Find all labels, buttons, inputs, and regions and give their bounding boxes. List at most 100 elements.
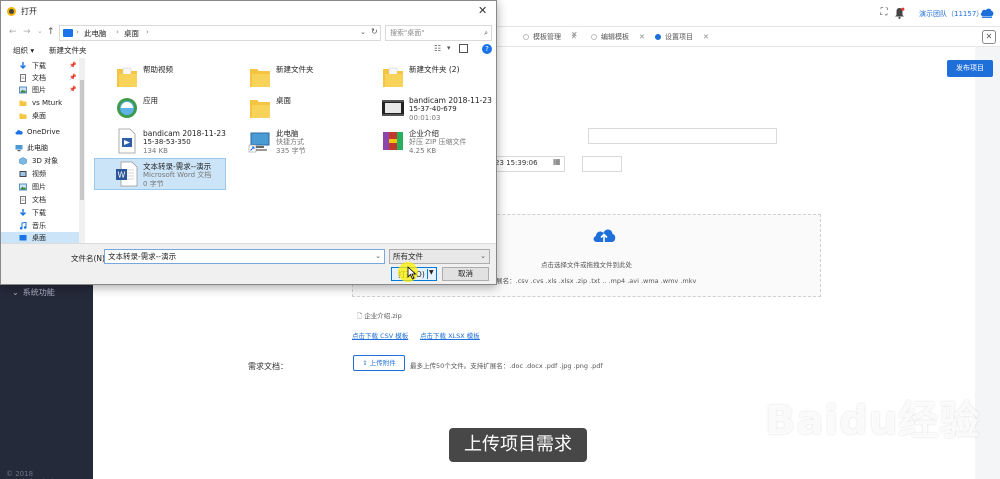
pin-icon[interactable]: 📌 (69, 72, 76, 84)
folder-icon (250, 69, 270, 87)
nav-item-desktop-folder[interactable]: 桌面 (1, 110, 79, 122)
search-input[interactable]: 搜索"桌面" ⌕ (385, 25, 492, 41)
tab-edit-template[interactable]: 编辑模板 ✕ (591, 30, 645, 44)
tab-dot-icon (523, 34, 529, 40)
address-bar[interactable]: › 此电脑 › 桌面 › ⌄ ↻ (59, 25, 381, 41)
video-file-icon (382, 100, 404, 116)
nav-item-documents-2[interactable]: 文档 (1, 194, 79, 206)
scrollbar-thumb[interactable] (80, 80, 84, 200)
breadcrumb-desktop[interactable]: 桌面 (124, 28, 139, 39)
close-all-tabs-icon[interactable]: ✕ (982, 30, 996, 44)
dialog-toolbar: 组织 ▾ 新建文件夹 ☷ ▾ ? (1, 44, 496, 58)
file-item-bandicam-video[interactable]: bandicam 2018-11-23 15-37-40-679 00:01:0… (377, 93, 496, 125)
file-item-transcript-doc[interactable]: W 文本转录-需求--演示 Microsoft Word 文档 0 字节 (94, 158, 226, 190)
nav-item-videos[interactable]: 视频 (1, 168, 79, 180)
form-input[interactable] (582, 155, 657, 171)
nav-scrollbar[interactable] (79, 58, 85, 243)
refresh-icon[interactable]: ↻ (371, 27, 378, 36)
folder-icon (250, 100, 270, 118)
picture-icon (19, 183, 27, 191)
preview-pane-icon[interactable] (459, 44, 468, 53)
attached-file[interactable]: 🗋 企业介绍.zip (357, 310, 402, 323)
file-item-bandicam-clip[interactable]: bandicam 2018-11-23 15-38-53-350 134 KB (111, 126, 241, 158)
breadcrumb-this-pc[interactable]: 此电脑 (84, 28, 107, 39)
sidebar-item-system[interactable]: ⌄ 系统功能 (12, 287, 55, 298)
chevron-right-icon[interactable]: › (146, 28, 149, 36)
dialog-bottom-area: 文件名(N): 文本转录-需求--演示 ⌄ 所有文件 ⌄ 打开(O) ▼ 取消 (1, 243, 496, 284)
chevron-right-icon[interactable]: › (76, 28, 79, 36)
file-item-this-pc-shortcut[interactable]: 此电脑 快捷方式 335 字节 (244, 126, 374, 158)
close-icon[interactable]: ✕ (639, 33, 645, 41)
organize-button[interactable]: 组织 ▾ (13, 45, 34, 56)
pin-icon[interactable]: 📌 (69, 60, 76, 72)
forward-arrow-icon[interactable]: → (23, 27, 31, 37)
chevron-down-icon: ⌄ (480, 252, 486, 260)
end-date-value: 23 15:39:06 (495, 159, 538, 167)
nav-item-documents[interactable]: 文档 📌 (1, 72, 79, 84)
word-doc-icon: W (116, 161, 138, 187)
view-mode-icon[interactable]: ☷ (434, 44, 441, 53)
filename-input[interactable]: 文本转录-需求--演示 ⌄ (104, 249, 385, 264)
upload-icon: ⇪ (362, 359, 370, 367)
folder-icon (383, 67, 403, 87)
pin-icon[interactable]: 📌 (69, 84, 76, 96)
close-icon[interactable]: ✕ (703, 33, 709, 41)
nav-item-onedrive[interactable]: OneDrive (1, 126, 79, 138)
nav-item-music[interactable]: 音乐 (1, 220, 79, 232)
up-arrow-icon[interactable]: ↑ (47, 27, 55, 37)
file-item-help-videos[interactable]: 帮助视频 (111, 62, 241, 94)
download-csv-link[interactable]: 点击下载 CSV 模板 (352, 330, 408, 340)
chevron-down-icon[interactable]: ⌄ (375, 250, 381, 263)
download-icon (20, 62, 26, 69)
bell-icon[interactable] (893, 7, 905, 19)
navigation-pane: 下载 📌 文档 📌 图片 📌 vs Mturk 桌面 OneDrive 此电脑 (1, 58, 85, 244)
nav-item-downloads[interactable]: 下载 📌 (1, 60, 79, 72)
tab-set-project[interactable]: 设置项目 ✕ (655, 30, 709, 44)
nav-item-this-pc[interactable]: 此电脑 (1, 142, 79, 154)
recent-dropdown-icon[interactable]: ⌄ (37, 27, 43, 35)
cloud-upload-icon (591, 225, 617, 249)
chevron-right-icon[interactable]: › (116, 28, 119, 36)
close-icon[interactable]: ✕ (571, 33, 577, 41)
cancel-button[interactable]: 取消 (442, 267, 489, 281)
file-item-desktop[interactable]: 桌面 (244, 93, 374, 125)
team-selector[interactable]: 演示团队（11157） (919, 9, 983, 19)
upload-attachment-button[interactable]: ⇪ 上传附件 (353, 355, 405, 371)
tab-dot-icon (591, 34, 597, 40)
help-icon[interactable]: ? (482, 44, 492, 54)
split-divider (427, 269, 428, 279)
nav-item-pictures[interactable]: 图片 📌 (1, 84, 79, 96)
back-arrow-icon[interactable]: ← (9, 27, 17, 37)
publish-project-button[interactable]: 发布项目 (947, 60, 993, 77)
filename-label: 文件名(N): (71, 254, 108, 263)
file-item-company-intro-zip[interactable]: 企业介绍 好压 ZIP 压缩文件 4.25 KB (377, 126, 507, 158)
file-item-apps[interactable]: 应用 (111, 93, 241, 125)
nav-item-downloads-2[interactable]: 下载 (1, 207, 79, 219)
tab-template-manage[interactable]: 模板管理 ✕ (523, 30, 577, 44)
close-icon[interactable]: ✕ (478, 4, 487, 17)
download-xlsx-link[interactable]: 点击下载 XLSX 模板 (420, 330, 480, 340)
expand-icon[interactable]: ⛶ (878, 7, 890, 19)
dialog-title-bar[interactable]: 打开 ✕ (1, 1, 496, 22)
tab-dot-icon (655, 34, 661, 40)
file-list-pane: 帮助视频 新建文件夹 新建文件夹 (2) 应用 桌面 bandicam 2018… (86, 58, 496, 243)
video-icon (19, 171, 27, 177)
nav-item-3d-objects[interactable]: 3D 对象 (1, 155, 79, 167)
chevron-down-icon[interactable]: ⌄ (360, 28, 366, 36)
calendar-icon[interactable]: ▦ (553, 157, 561, 166)
project-name-input[interactable] (588, 128, 777, 144)
file-item-new-folder[interactable]: 新建文件夹 (244, 62, 374, 94)
chevron-down-icon: ⌄ (12, 288, 19, 297)
nav-item-vs-mturk[interactable]: vs Mturk (1, 97, 79, 109)
nav-item-pictures-2[interactable]: 图片 (1, 181, 79, 193)
open-options-dropdown-icon[interactable]: ▼ (429, 269, 434, 276)
new-folder-button[interactable]: 新建文件夹 (49, 45, 87, 56)
picture-icon (19, 86, 27, 94)
cloud-icon[interactable] (979, 5, 995, 21)
video-subtitle: 上传项目需求 (449, 428, 587, 462)
file-item-new-folder-2[interactable]: 新建文件夹 (2) (377, 62, 507, 94)
chevron-down-icon[interactable]: ▾ (447, 44, 451, 52)
copyright-text: © 2018 baseinfoadmin.com (6, 470, 75, 479)
requirements-hint: 最多上传50个文件。支持扩展名：.doc .docx .pdf .jpg .pn… (410, 362, 603, 370)
search-icon: ⌕ (484, 29, 488, 37)
